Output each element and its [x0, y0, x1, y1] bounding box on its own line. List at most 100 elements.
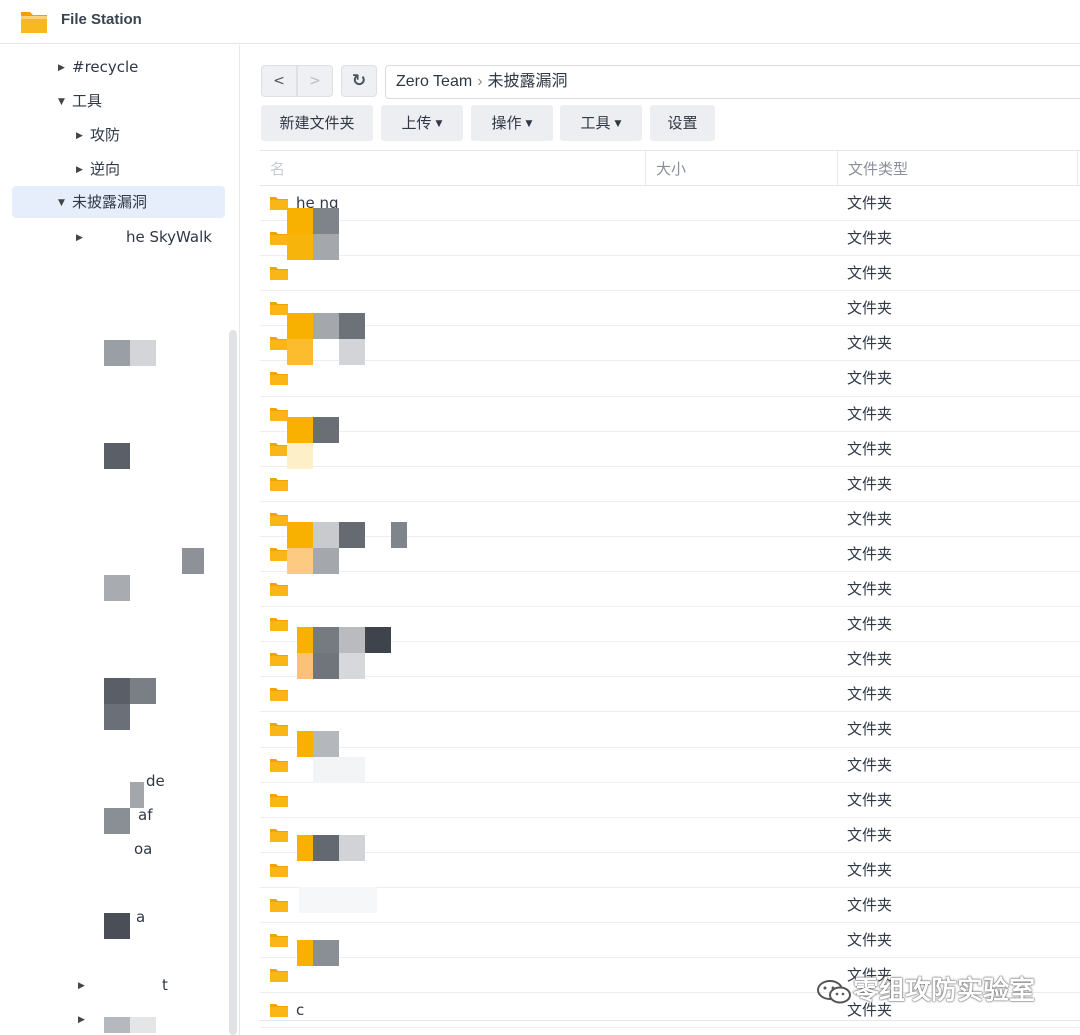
table-row[interactable]: 文件夹	[260, 432, 1080, 467]
redaction-mosaic	[130, 678, 156, 704]
table-row[interactable]: 文件夹	[260, 256, 1080, 292]
column-header-name[interactable]: 名	[260, 151, 646, 185]
horizontal-divider	[260, 1020, 1080, 1021]
table-row[interactable]: 文件夹	[260, 923, 1080, 959]
redaction-mosaic	[297, 940, 313, 966]
back-button[interactable]: <	[261, 65, 297, 97]
table-row[interactable]: 文件夹	[260, 537, 1080, 573]
sidebar-tree: ▶ #recycle ▼ 工具 ▶ 攻防 ▶ 逆向 ▼ 未披露漏洞 ▶ he SkyWalk…	[0, 45, 240, 1035]
table-row[interactable]: 文件夹	[260, 818, 1080, 853]
caret-right-icon[interactable]: ▶	[58, 52, 72, 84]
redaction-mosaic	[339, 339, 365, 365]
redaction-mosaic	[339, 627, 365, 653]
sidebar-item-skywalk[interactable]: ▶ he SkyWalk	[76, 221, 212, 253]
redaction-mosaic	[365, 627, 391, 653]
action-button[interactable]: 操作 ▼	[471, 105, 553, 141]
sidebar-item-label: t	[162, 976, 168, 994]
redaction-mosaic	[130, 782, 144, 808]
redaction-mosaic	[313, 731, 339, 757]
file-list: he ng 文件夹 文件夹 文件夹 文件夹 文件夹 文件夹 文件夹 文件夹 文件夹 文件夹 文件夹 文件…	[260, 186, 1080, 1029]
table-row[interactable]: 文件夹	[260, 783, 1080, 818]
table-row[interactable]: 文件夹	[260, 397, 1080, 432]
path-root[interactable]: Zero Team	[396, 73, 472, 90]
folder-icon	[270, 372, 288, 386]
path-current[interactable]: 未披露漏洞	[488, 73, 568, 90]
redaction-mosaic	[391, 522, 407, 548]
column-header-size[interactable]: 大小	[646, 151, 838, 185]
sidebar-item-undisclosed-vulns[interactable]: ▼ 未披露漏洞	[12, 186, 225, 218]
redaction-mosaic	[313, 313, 339, 339]
table-row[interactable]: 文件夹	[260, 291, 1080, 327]
redaction-mosaic	[313, 757, 365, 783]
folder-icon	[270, 828, 288, 842]
sidebar-item-recycle[interactable]: ▶ #recycle	[58, 51, 138, 83]
folder-icon	[270, 793, 288, 807]
redaction-mosaic	[313, 940, 339, 966]
table-row[interactable]: he ng 文件夹	[260, 186, 1080, 222]
redaction-mosaic	[299, 887, 377, 913]
table-row[interactable]: 文件夹	[260, 748, 1080, 783]
folder-icon	[270, 583, 288, 597]
redaction-mosaic	[104, 704, 130, 730]
caret-right-icon[interactable]: ▶	[76, 120, 90, 152]
file-type: 文件夹	[847, 194, 893, 212]
folder-icon	[270, 232, 288, 246]
caret-right-icon[interactable]: ▶	[78, 1004, 92, 1035]
forward-button[interactable]: >	[297, 65, 333, 97]
caret-down-icon[interactable]: ▼	[58, 187, 72, 219]
caret-down-icon: ▼	[614, 118, 622, 129]
new-folder-button[interactable]: 新建文件夹	[261, 105, 373, 141]
tools-button[interactable]: 工具 ▼	[560, 105, 642, 141]
table-row[interactable]: 文件夹	[260, 888, 1080, 923]
sidebar-item-reverse[interactable]: ▶ 逆向	[76, 153, 120, 185]
table-row[interactable]: 文件夹	[260, 502, 1080, 537]
path-bar[interactable]: Zero Team › 未披露漏洞	[385, 65, 1080, 99]
caret-down-icon[interactable]: ▼	[58, 86, 72, 118]
sidebar-item-tools[interactable]: ▼ 工具	[58, 85, 102, 117]
table-row[interactable]: 文件夹	[260, 326, 1080, 362]
redaction-mosaic	[313, 417, 339, 443]
table-row[interactable]: 文件夹	[260, 572, 1080, 608]
table-row[interactable]: 文件夹	[260, 467, 1080, 502]
file-type: 文件夹	[847, 264, 893, 283]
refresh-button[interactable]: ↻	[341, 65, 377, 97]
table-row[interactable]: 文件夹	[260, 712, 1080, 748]
column-header-type[interactable]: 文件类型	[838, 151, 1078, 185]
action-label: 操作	[491, 114, 522, 132]
redaction-mosaic	[297, 731, 313, 757]
sidebar-item[interactable]: oa	[134, 833, 152, 865]
settings-button[interactable]: 设置	[650, 105, 715, 141]
redaction-mosaic	[313, 653, 339, 679]
sidebar-item[interactable]: a	[136, 901, 145, 933]
sidebar-item[interactable]: ▶ t	[78, 969, 168, 1001]
table-row[interactable]: 文件夹	[260, 361, 1080, 397]
redaction-mosaic	[339, 522, 365, 548]
sidebar-item[interactable]: de	[146, 765, 165, 797]
sidebar-item[interactable]: ▶	[78, 1003, 92, 1035]
sidebar-item-attack-defense[interactable]: ▶ 攻防	[76, 119, 120, 151]
table-row[interactable]: 文件夹	[260, 677, 1080, 713]
redaction-mosaic	[313, 627, 339, 653]
refresh-icon: ↻	[351, 71, 367, 91]
folder-icon	[270, 302, 288, 316]
caret-right-icon[interactable]: ▶	[78, 970, 92, 1002]
redaction-mosaic	[297, 653, 313, 679]
redaction-mosaic	[313, 234, 339, 260]
caret-right-icon[interactable]: ▶	[76, 222, 90, 254]
file-type: 文件夹	[847, 334, 893, 353]
folder-icon	[270, 407, 288, 421]
table-row[interactable]: 文件夹	[260, 853, 1080, 888]
redaction-mosaic	[104, 913, 130, 939]
redaction-mosaic	[287, 443, 313, 469]
sidebar-scrollbar[interactable]	[229, 330, 237, 1035]
redaction-mosaic	[339, 835, 365, 861]
table-row[interactable]: 文件夹	[260, 221, 1080, 257]
file-type: 文件夹	[847, 755, 893, 774]
file-type: 文件夹	[847, 930, 893, 949]
folder-icon	[270, 898, 288, 912]
sidebar-item-label: de	[146, 772, 165, 790]
file-type: 文件夹	[847, 474, 893, 493]
caret-right-icon[interactable]: ▶	[76, 154, 90, 186]
upload-button[interactable]: 上传 ▼	[381, 105, 463, 141]
column-label: 文件类型	[848, 160, 909, 178]
